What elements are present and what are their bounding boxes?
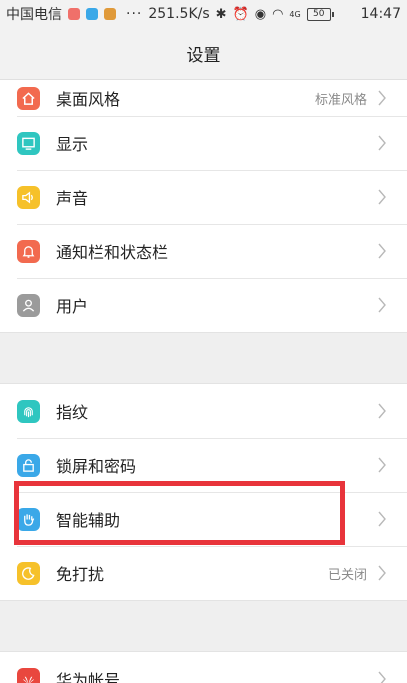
- carrier-name: 中国电信: [6, 7, 62, 23]
- settings-row[interactable]: 显示: [0, 116, 407, 170]
- settings-group: 桌面风格 标准风格显示声音通知栏和状态栏 用户: [0, 80, 407, 332]
- moon-icon: [17, 561, 40, 585]
- more-notifications-icon: ···: [126, 6, 143, 22]
- chevron-right-icon: [377, 511, 387, 527]
- lock-icon: [17, 453, 40, 477]
- clock: 14:47: [360, 6, 401, 22]
- notification-icon: [68, 8, 80, 20]
- settings-row-label: 声音: [56, 189, 89, 208]
- settings-row[interactable]: 桌面风格 标准风格: [0, 80, 407, 116]
- chevron-right-icon: [377, 457, 387, 473]
- settings-row-label: 智能辅助: [56, 511, 121, 530]
- section-divider: [0, 332, 407, 384]
- chevron-right-icon: [377, 135, 387, 151]
- settings-row[interactable]: 通知栏和状态栏: [0, 224, 407, 278]
- chevron-right-icon: [377, 243, 387, 259]
- network-type: 4G: [289, 9, 301, 19]
- status-bar: 中国电信 ··· 251.5K/s ✱ ⏰ ◉ ◠ 4G 50 14:47: [0, 0, 407, 28]
- settings-row-label: 显示: [56, 135, 89, 154]
- home-icon: [17, 86, 40, 110]
- settings-row-label: 免打扰: [56, 565, 105, 584]
- bell-icon: [17, 239, 40, 263]
- settings-row-value: 已关闭: [327, 567, 367, 583]
- settings-row-label: 指纹: [56, 403, 89, 422]
- settings-group: 华为帐号: [0, 652, 407, 683]
- settings-row-value: 标准风格: [314, 92, 367, 108]
- bluetooth-icon: ✱: [215, 6, 227, 22]
- alarm-icon: ⏰: [232, 6, 249, 22]
- chevron-right-icon: [377, 297, 387, 313]
- settings-row[interactable]: 智能辅助: [0, 492, 407, 546]
- settings-row[interactable]: 华为帐号: [0, 652, 407, 683]
- chevron-right-icon: [377, 189, 387, 205]
- page-title: 设置: [0, 28, 407, 80]
- settings-row[interactable]: 免打扰 已关闭: [0, 546, 407, 600]
- app-notification-icon: [86, 8, 98, 20]
- section-divider: [0, 600, 407, 652]
- settings-row[interactable]: 声音: [0, 170, 407, 224]
- display-icon: [17, 131, 40, 155]
- settings-row[interactable]: 指纹: [0, 384, 407, 438]
- settings-group: 指纹锁屏和密码智能辅助免打扰 已关闭: [0, 384, 407, 600]
- settings-row-label: 华为帐号: [56, 671, 121, 683]
- huawei-icon: [17, 667, 40, 683]
- settings-row-label: 桌面风格: [56, 90, 121, 109]
- chevron-right-icon: [377, 90, 387, 106]
- settings-list: 桌面风格 标准风格显示声音通知栏和状态栏 用户指纹锁屏和密码智能辅助免打扰 已关闭华为…: [0, 80, 407, 683]
- settings-row[interactable]: 锁屏和密码: [0, 438, 407, 492]
- battery-level: 50: [312, 9, 325, 19]
- chevron-right-icon: [377, 565, 387, 581]
- hand-icon: [17, 507, 40, 531]
- settings-row-label: 用户: [56, 297, 89, 316]
- speaker-icon: [17, 185, 40, 209]
- settings-row-label: 通知栏和状态栏: [56, 243, 169, 262]
- wifi-icon: ◠: [272, 6, 284, 22]
- settings-row-label: 锁屏和密码: [56, 457, 137, 476]
- eye-icon: ◉: [254, 6, 267, 22]
- settings-row[interactable]: 用户: [0, 278, 407, 332]
- network-speed: 251.5K/s: [148, 6, 210, 22]
- chevron-right-icon: [377, 403, 387, 419]
- settings-screen: 中国电信 ··· 251.5K/s ✱ ⏰ ◉ ◠ 4G 50 14:47 设置…: [0, 0, 407, 683]
- user-icon: [17, 293, 40, 317]
- gallery-notification-icon: [104, 8, 116, 20]
- battery-icon: 50: [306, 7, 334, 21]
- chevron-right-icon: [377, 671, 387, 683]
- fingerprint-icon: [17, 399, 40, 423]
